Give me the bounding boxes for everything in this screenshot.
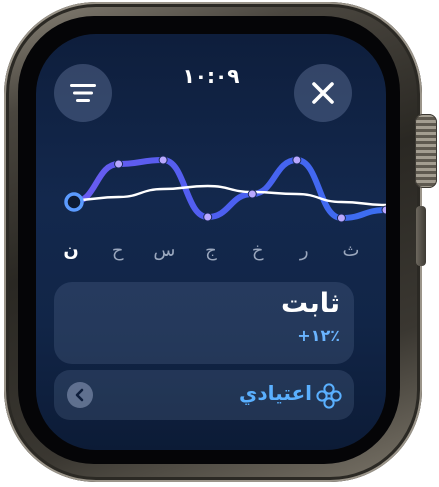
status-card[interactable]: ثابت +١٢٪ <box>54 282 354 364</box>
status-change: +١٢٪ <box>297 326 340 345</box>
day-label: ح <box>111 240 124 261</box>
close-icon <box>312 82 334 104</box>
close-button[interactable] <box>294 64 352 122</box>
day-label: ر <box>299 240 309 261</box>
data-point <box>381 205 386 215</box>
weekday-labels: ثرخجسحن <box>56 240 366 266</box>
data-point <box>203 212 213 222</box>
chevron-left-icon <box>75 388 84 402</box>
digital-crown[interactable] <box>415 114 437 188</box>
status-title: ثابت <box>281 288 340 319</box>
data-point <box>292 155 302 165</box>
back-button[interactable] <box>67 382 93 408</box>
mode-label: اعتيادي <box>239 381 312 405</box>
day-label: س <box>153 240 176 261</box>
day-label: ج <box>205 240 217 261</box>
flower-icon <box>316 383 342 409</box>
side-button[interactable] <box>416 206 426 266</box>
data-point <box>158 155 168 165</box>
data-point <box>336 213 346 223</box>
day-label: ث <box>342 240 360 261</box>
watch-screen: ١٠:٠٩ ثرخجسحن ثابت +١٢٪ اعتيادي <box>36 34 386 450</box>
mode-row[interactable]: اعتيادي <box>54 370 354 420</box>
data-point <box>114 159 124 169</box>
day-label: ن <box>63 240 79 261</box>
selected-point[interactable] <box>64 192 84 212</box>
data-point <box>247 189 257 199</box>
trend-chart <box>64 155 386 223</box>
day-label: خ <box>251 240 264 261</box>
